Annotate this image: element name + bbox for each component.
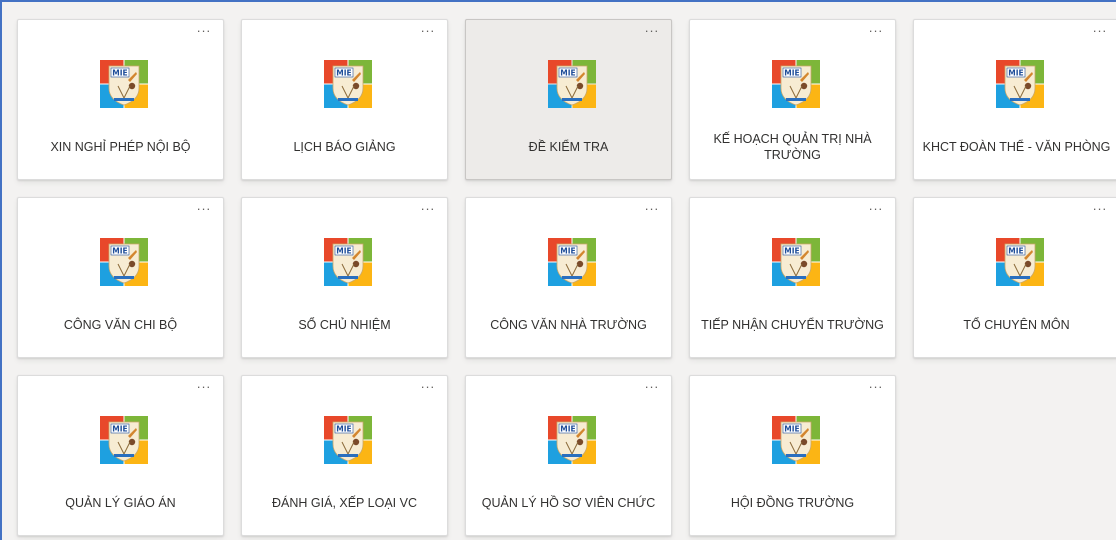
- tile-to-chuyen-mon[interactable]: ··· MIE TỔ CHUYÊN MÔN: [913, 197, 1116, 358]
- tile-label: HỘI ĐỒNG TRƯỜNG: [730, 496, 855, 510]
- tile-cong-van-chi-bo[interactable]: ··· MIE CÔNG VĂN CHI BỘ: [17, 197, 224, 358]
- tile-danh-gia-xep-loai[interactable]: ··· MIE ĐÁNH GIÁ, XẾP LOẠI VC: [241, 375, 448, 536]
- mie-logo-icon: MIE: [772, 416, 820, 464]
- tile-xin-nghi-phep[interactable]: ··· MIE XIN NGHỈ PHÉP NỘI BỘ: [17, 19, 224, 180]
- svg-text:MIE: MIE: [560, 247, 575, 256]
- tile-label: QUẢN LÝ GIÁO ÁN: [65, 496, 176, 510]
- tile-label: CÔNG VĂN CHI BỘ: [63, 318, 178, 332]
- mie-logo-icon: MIE: [996, 60, 1044, 108]
- svg-text:MIE: MIE: [1008, 69, 1023, 78]
- more-options-icon[interactable]: ···: [421, 379, 436, 395]
- tile-quan-ly-giao-an[interactable]: ··· MIE QUẢN LÝ GIÁO ÁN: [17, 375, 224, 536]
- more-options-icon[interactable]: ···: [645, 379, 660, 395]
- tile-label: KHCT ĐOÀN THỂ - VĂN PHÒNG: [922, 140, 1111, 154]
- tile-khct-doan-the[interactable]: ··· MIE KHCT ĐOÀN THỂ - VĂN PHÒNG: [913, 19, 1116, 180]
- tile-de-kiem-tra[interactable]: ··· MIE ĐỀ KIỂM TRA: [465, 19, 672, 180]
- tile-label: ĐỀ KIỂM TRA: [528, 140, 609, 154]
- more-options-icon[interactable]: ···: [197, 201, 212, 217]
- tile-grid: ··· MIE XIN NGHỈ PHÉP NỘI BỘ ··· MIE LỊC…: [0, 0, 1116, 540]
- more-options-icon[interactable]: ···: [421, 201, 436, 217]
- more-options-icon[interactable]: ···: [1093, 201, 1108, 217]
- more-options-icon[interactable]: ···: [1093, 23, 1108, 39]
- mie-logo-icon: MIE: [548, 416, 596, 464]
- tile-lich-bao-giang[interactable]: ··· MIE LỊCH BÁO GIẢNG: [241, 19, 448, 180]
- mie-logo-icon: MIE: [772, 60, 820, 108]
- more-options-icon[interactable]: ···: [869, 23, 884, 39]
- mie-logo-icon: MIE: [324, 416, 372, 464]
- tile-label: XIN NGHỈ PHÉP NỘI BỘ: [50, 140, 191, 154]
- tile-label: CÔNG VĂN NHÀ TRƯỜNG: [490, 318, 647, 332]
- more-options-icon[interactable]: ···: [645, 201, 660, 217]
- tile-label: QUẢN LÝ HỒ SƠ VIÊN CHỨC: [481, 496, 656, 510]
- mie-logo-icon: MIE: [996, 238, 1044, 286]
- mie-logo-icon: MIE: [548, 60, 596, 108]
- tile-so-chu-nhiem[interactable]: ··· MIE SỔ CHỦ NHIỆM: [241, 197, 448, 358]
- more-options-icon[interactable]: ···: [869, 201, 884, 217]
- tile-quan-ly-ho-so[interactable]: ··· MIE QUẢN LÝ HỒ SƠ VIÊN CHỨC: [465, 375, 672, 536]
- mie-logo-icon: MIE: [324, 238, 372, 286]
- more-options-icon[interactable]: ···: [421, 23, 436, 39]
- svg-text:MIE: MIE: [784, 247, 799, 256]
- tile-hoi-dong-truong[interactable]: ··· MIE HỘI ĐỒNG TRƯỜNG: [689, 375, 896, 536]
- more-options-icon[interactable]: ···: [197, 379, 212, 395]
- svg-text:MIE: MIE: [112, 247, 127, 256]
- tile-label: TỔ CHUYÊN MÔN: [963, 318, 1070, 332]
- mie-logo-icon: MIE: [548, 238, 596, 286]
- mie-logo-icon: MIE: [100, 238, 148, 286]
- tile-label: KẾ HOẠCH QUẢN TRỊ NHÀ TRƯỜNG: [713, 132, 872, 162]
- svg-text:MIE: MIE: [560, 425, 575, 434]
- more-options-icon[interactable]: ···: [197, 23, 212, 39]
- svg-text:MIE: MIE: [784, 69, 799, 78]
- more-options-icon[interactable]: ···: [645, 23, 660, 39]
- tile-tiep-nhan-chuyen-truong[interactable]: ··· MIE TIẾP NHẬN CHUYỂN TRƯỜNG: [689, 197, 896, 358]
- svg-text:MIE: MIE: [336, 69, 351, 78]
- svg-text:MIE: MIE: [336, 425, 351, 434]
- svg-text:MIE: MIE: [1008, 247, 1023, 256]
- svg-text:MIE: MIE: [784, 425, 799, 434]
- more-options-icon[interactable]: ···: [869, 379, 884, 395]
- svg-text:MIE: MIE: [560, 69, 575, 78]
- mie-logo-icon: MIE: [772, 238, 820, 286]
- tile-ke-hoach-quan-tri[interactable]: ··· MIE KẾ HOẠCH QUẢN TRỊ NHÀ TRƯỜNG: [689, 19, 896, 180]
- tile-label: LỊCH BÁO GIẢNG: [293, 140, 396, 154]
- mie-logo-icon: MIE: [100, 416, 148, 464]
- svg-text:MIE: MIE: [112, 425, 127, 434]
- mie-logo-icon: MIE: [324, 60, 372, 108]
- tile-cong-van-nha-truong[interactable]: ··· MIE CÔNG VĂN NHÀ TRƯỜNG: [465, 197, 672, 358]
- svg-text:MIE: MIE: [112, 69, 127, 78]
- tile-label: SỔ CHỦ NHIỆM: [298, 318, 391, 332]
- svg-text:MIE: MIE: [336, 247, 351, 256]
- tile-label: TIẾP NHẬN CHUYỂN TRƯỜNG: [701, 318, 884, 332]
- mie-logo-icon: MIE: [100, 60, 148, 108]
- tile-label: ĐÁNH GIÁ, XẾP LOẠI VC: [272, 496, 417, 510]
